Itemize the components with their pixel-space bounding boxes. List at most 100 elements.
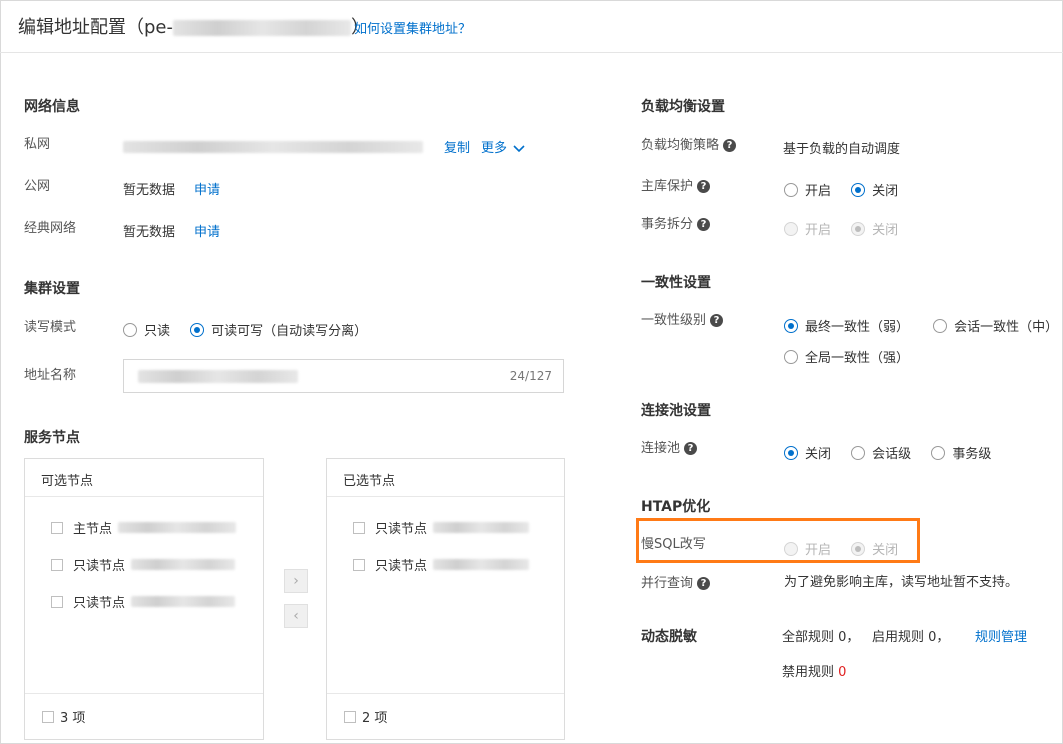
classic-label: 经典网络 — [24, 221, 77, 236]
checkbox-icon[interactable] — [353, 521, 365, 534]
address-name-input[interactable]: 24/127 — [123, 359, 564, 393]
htap-section-title: HTAP优化 — [641, 499, 711, 515]
masking-enabled-rules: 启用规则 0， — [872, 630, 950, 645]
pool-radio-group: 关闭 会话级 事务级 — [784, 443, 991, 464]
available-nodes-panel: 可选节点 主节点 只读节点 只读节点 3 项 — [24, 458, 264, 740]
available-node-item[interactable]: 主节点 — [51, 518, 237, 537]
help-link[interactable]: 如何设置集群地址？ — [354, 18, 471, 37]
address-name-label: 地址名称 — [24, 368, 77, 383]
primary-protect-on-option[interactable]: 开启 — [784, 180, 831, 199]
dialog-title: 编辑地址配置（pe-） — [18, 17, 369, 38]
help-icon[interactable]: ? — [697, 218, 711, 231]
available-node-item[interactable]: 只读节点 — [51, 555, 236, 574]
available-nodes-footer: 3 项 — [25, 693, 263, 739]
masking-section-title: 动态脱敏 — [641, 629, 697, 645]
selected-nodes-footer: 2 项 — [327, 693, 564, 739]
lb-section-title: 负载均衡设置 — [641, 99, 725, 115]
consistency-level-label: 一致性级别? — [641, 309, 724, 328]
help-icon[interactable]: ? — [697, 577, 711, 590]
public-label: 公网 — [24, 179, 51, 194]
help-icon[interactable]: ? — [723, 139, 737, 152]
primary-protect-off-option[interactable]: 关闭 — [851, 180, 898, 199]
pool-session-option[interactable]: 会话级 — [851, 443, 911, 462]
public-value: 暂无数据 — [123, 183, 176, 198]
radio-checked-icon — [784, 318, 798, 333]
tx-split-label: 事务拆分? — [641, 213, 711, 232]
available-node-item[interactable]: 只读节点 — [51, 592, 236, 611]
primary-protect-radio-group: 开启 关闭 — [784, 180, 898, 201]
radio-checked-icon — [784, 445, 798, 460]
pool-transaction-option[interactable]: 事务级 — [931, 443, 991, 462]
radio-icon — [123, 322, 137, 337]
pool-section-title: 连接池设置 — [641, 403, 711, 419]
selected-nodes-header: 已选节点 — [327, 459, 564, 497]
copy-link[interactable]: 复制 — [444, 137, 470, 156]
slow-sql-radio-group: 开启 关闭 — [784, 539, 898, 560]
checkbox-icon[interactable] — [42, 710, 54, 723]
selected-select-all[interactable]: 2 项 — [344, 707, 387, 726]
more-dropdown[interactable]: 更多 — [481, 137, 525, 156]
radio-icon — [784, 182, 798, 197]
chevron-right-icon: › — [293, 573, 299, 589]
parallel-query-label: 并行查询? — [641, 572, 711, 591]
consistency-session-option[interactable]: 会话一致性（中） — [933, 316, 1058, 335]
consistency-section-title: 一致性设置 — [641, 275, 711, 291]
available-select-all[interactable]: 3 项 — [42, 707, 85, 726]
slow-sql-off-option: 关闭 — [851, 539, 898, 558]
address-name-char-count: 24/127 — [509, 369, 552, 383]
radio-icon — [851, 445, 866, 460]
slow-sql-on-option: 开启 — [784, 539, 831, 558]
radio-disabled-checked-icon — [851, 541, 866, 556]
public-apply-link[interactable]: 申请 — [194, 179, 220, 198]
radio-icon — [931, 445, 946, 460]
lb-strategy-label: 负载均衡策略? — [641, 134, 737, 153]
radio-checked-icon — [190, 322, 205, 337]
radio-icon — [933, 318, 948, 333]
private-address-redacted — [123, 139, 423, 154]
move-left-button[interactable]: ‹ — [284, 604, 308, 628]
checkbox-icon[interactable] — [51, 521, 63, 534]
address-name-value-redacted — [138, 370, 298, 383]
checkbox-icon[interactable] — [344, 710, 356, 723]
checkbox-icon[interactable] — [51, 595, 63, 608]
selected-node-item[interactable]: 只读节点 — [353, 555, 530, 574]
parallel-query-value: 为了避免影响主库，读写地址暂不支持。 — [784, 575, 1019, 590]
rw-readwrite-option[interactable]: 可读可写（自动读写分离） — [190, 320, 367, 339]
consistency-global-option[interactable]: 全局一致性（强） — [784, 347, 909, 366]
rw-mode-label: 读写模式 — [24, 320, 77, 335]
masking-disabled-rules: 禁用规则 0 — [782, 665, 847, 680]
private-label: 私网 — [24, 137, 51, 152]
consistency-radio-group: 最终一致性（弱） 会话一致性（中） — [784, 316, 1058, 337]
masking-all-rules: 全部规则 0， — [782, 630, 860, 645]
classic-value: 暂无数据 — [123, 225, 176, 240]
lb-strategy-value: 基于负载的自动调度 — [783, 142, 901, 157]
tx-split-off-option: 关闭 — [851, 219, 898, 238]
help-icon[interactable]: ? — [710, 314, 724, 327]
pool-off-option[interactable]: 关闭 — [784, 443, 831, 462]
classic-apply-link[interactable]: 申请 — [194, 221, 220, 240]
checkbox-icon[interactable] — [353, 558, 365, 571]
chevron-down-icon — [513, 144, 525, 152]
radio-disabled-icon — [784, 541, 798, 556]
radio-checked-icon — [851, 182, 866, 197]
move-right-button[interactable]: › — [284, 569, 308, 593]
available-nodes-header: 可选节点 — [25, 459, 263, 497]
help-icon[interactable]: ? — [684, 442, 698, 455]
cluster-id-redacted — [173, 20, 351, 36]
consistency-eventual-option[interactable]: 最终一致性（弱） — [784, 316, 909, 335]
rw-readonly-option[interactable]: 只读 — [123, 320, 170, 339]
network-section-title: 网络信息 — [24, 99, 80, 115]
tx-split-radio-group: 开启 关闭 — [784, 219, 898, 240]
rule-manage-link[interactable]: 规则管理 — [975, 626, 1027, 645]
nodes-section-title: 服务节点 — [24, 430, 80, 446]
radio-disabled-checked-icon — [851, 221, 866, 236]
cluster-section-title: 集群设置 — [24, 281, 80, 297]
checkbox-icon[interactable] — [51, 558, 63, 571]
help-icon[interactable]: ? — [697, 180, 711, 193]
radio-disabled-icon — [784, 221, 798, 236]
dialog-header: 编辑地址配置（pe-） 如何设置集群地址？ — [0, 0, 1063, 53]
slow-sql-label: 慢SQL改写 — [641, 537, 706, 552]
pool-label: 连接池? — [641, 437, 698, 456]
selected-node-item[interactable]: 只读节点 — [353, 518, 530, 537]
chevron-left-icon: ‹ — [293, 608, 299, 624]
